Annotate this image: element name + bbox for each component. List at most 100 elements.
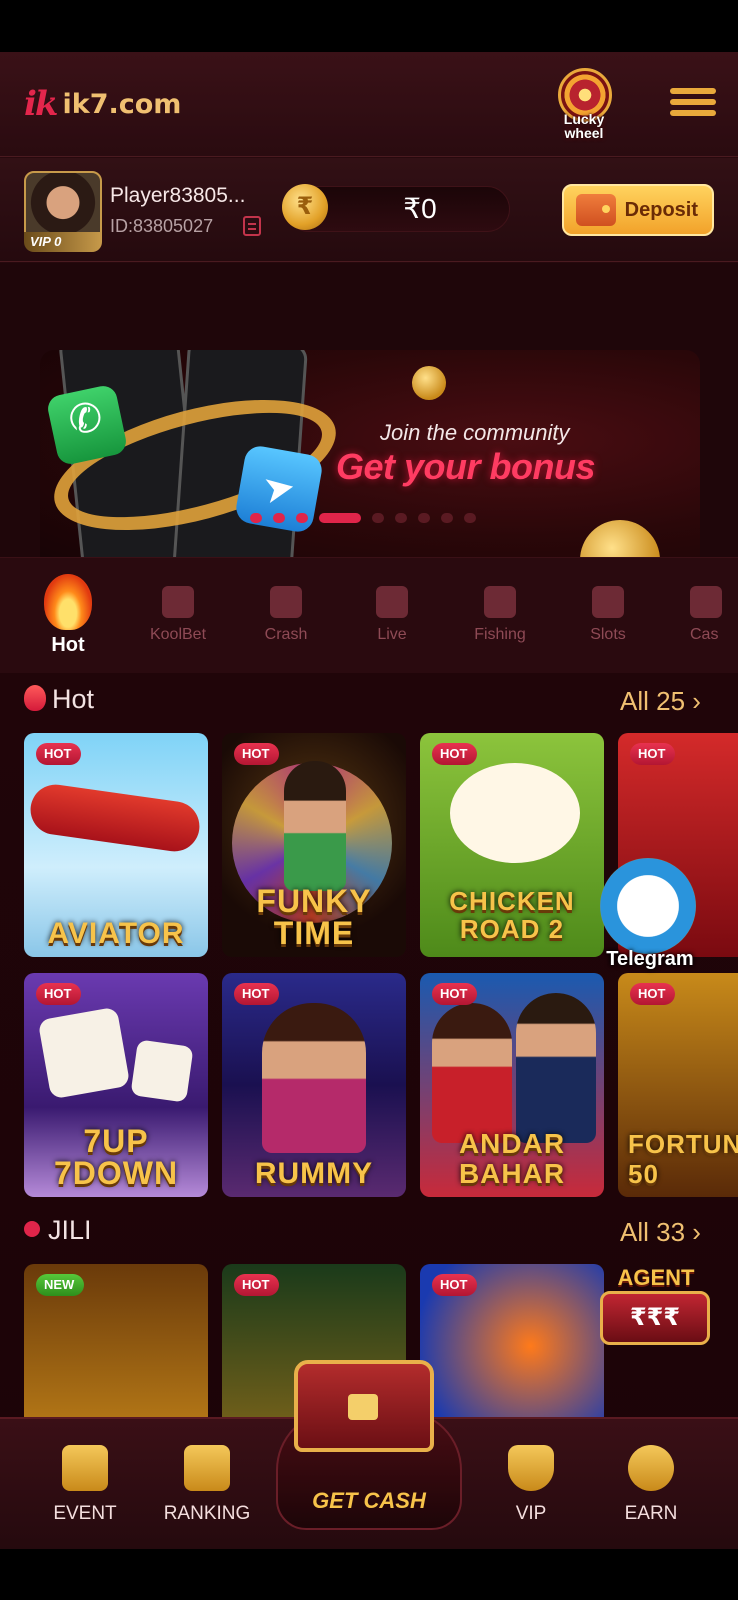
host-image [284, 761, 346, 891]
logo-text: ik7.com [62, 88, 182, 120]
site-logo[interactable]: ik ik7.com [24, 84, 181, 124]
carousel-dot[interactable] [464, 513, 476, 523]
telegram-float-icon[interactable] [600, 858, 696, 954]
carousel-dot[interactable] [441, 513, 453, 523]
fire-icon [44, 574, 92, 630]
carousel-dot[interactable] [296, 513, 308, 523]
woman-image [262, 1003, 366, 1153]
game-title: FUNKY TIME [256, 883, 372, 951]
game-tile-chicken-road[interactable]: HOT CHICKEN ROAD 2 [420, 733, 604, 957]
menu-icon[interactable] [670, 88, 716, 122]
trophy-icon [184, 1445, 230, 1491]
carousel-dot[interactable] [395, 513, 407, 523]
player-name: Player83805... [110, 184, 246, 207]
carousel-dot[interactable] [273, 513, 285, 523]
treasure-chest-icon[interactable] [294, 1360, 434, 1452]
game-tile-funky-time[interactable]: HOT FUNKY TIME [222, 733, 406, 957]
fire-icon [24, 685, 46, 711]
top-header: ik ik7.com Lucky wheel [0, 52, 738, 157]
system-nav-bar [0, 1549, 738, 1600]
balance-amount: ₹0 [403, 193, 437, 224]
nav-earn[interactable]: EARN [596, 1445, 706, 1525]
agent-label: AGENT [617, 1265, 695, 1290]
section-title-jili: JILI [20, 1215, 92, 1246]
game-tile-aviator[interactable]: HOT AVIATOR [24, 733, 208, 957]
game-title: 7UP 7DOWN [53, 1123, 179, 1191]
nav-event[interactable]: EVENT [30, 1445, 140, 1525]
vip-badge: VIP 0 [24, 232, 102, 252]
nav-label: EVENT [53, 1503, 117, 1524]
wallet-icon [576, 194, 616, 226]
new-badge: NEW [36, 1274, 85, 1296]
casino-icon [690, 586, 722, 618]
chicken-image [450, 763, 580, 863]
carousel-dot[interactable] [372, 513, 384, 523]
deposit-button[interactable]: Deposit [562, 184, 714, 236]
gift-icon [62, 1445, 108, 1491]
game-tile-7up-7down[interactable]: HOT 7UP 7DOWN [24, 973, 208, 1197]
plane-icon [270, 586, 302, 618]
tab-label: KoolBet [149, 626, 207, 643]
game-title: ANDAR BAHAR [458, 1128, 566, 1189]
tab-casino[interactable]: Cas [670, 586, 730, 644]
section-title-hot: Hot [24, 684, 94, 715]
player-id: ID:83805027 [110, 216, 214, 236]
get-cash-label[interactable]: GET CASH [276, 1488, 462, 1514]
game-title: FORTUNE 50 [628, 1129, 738, 1189]
section-title-text: Hot [52, 684, 95, 714]
copy-icon[interactable] [243, 216, 261, 236]
nav-label: RANKING [163, 1503, 251, 1524]
woman-image [432, 1003, 512, 1143]
nav-label: VIP [515, 1503, 547, 1524]
plane-image [27, 781, 203, 855]
category-tabs: Hot KoolBet Crash Live Fishing Slots Cas [0, 557, 738, 673]
hot-badge: HOT [234, 1274, 280, 1296]
section-title-text: JILI [48, 1215, 92, 1245]
game-tile-fortune[interactable]: HOT FORTUNE 50 [618, 973, 738, 1197]
dice-image [37, 1006, 131, 1100]
lucky-wheel-label: Lucky wheel [563, 111, 605, 141]
agent-float-button[interactable]: AGENT ₹₹₹ [600, 1265, 710, 1375]
tab-label: Cas [690, 626, 719, 643]
vip-shield-icon [508, 1445, 554, 1491]
telegram-float-label[interactable]: Telegram [590, 948, 710, 971]
promo-banner[interactable]: Join the community Get your bonus [40, 350, 700, 576]
game-tile-andar-bahar[interactable]: HOT ANDAR BAHAR [420, 973, 604, 1197]
rupee-coin-icon: ₹ [282, 184, 328, 230]
agent-slot-icon: ₹₹₹ [600, 1291, 710, 1345]
tab-fishing[interactable]: Fishing [450, 586, 550, 644]
hot-badge: HOT [432, 1274, 478, 1296]
man-image [516, 993, 596, 1143]
game-tile-rummy[interactable]: HOT RUMMY [222, 973, 406, 1197]
view-all-hot-link[interactable]: All 25 › [620, 686, 701, 717]
hot-badge: HOT [630, 983, 676, 1005]
tab-crash[interactable]: Crash [236, 586, 336, 644]
hot-badge: HOT [234, 743, 280, 765]
nav-ranking[interactable]: RANKING [152, 1445, 262, 1525]
koolbet-icon [162, 586, 194, 618]
slots-icon [592, 586, 624, 618]
banner-title: Get your bonus [336, 446, 596, 487]
tab-live[interactable]: Live [342, 586, 442, 644]
tab-hot[interactable]: Hot [18, 574, 118, 657]
tab-slots[interactable]: Slots [558, 586, 658, 644]
carousel-dot[interactable] [418, 513, 430, 523]
hot-badge: HOT [234, 983, 280, 1005]
user-bar: VIP 0 Player83805... ID:83805027 ₹ ₹0 De… [0, 158, 738, 262]
carousel-dots [250, 513, 476, 523]
rupee-coin-icon [628, 1445, 674, 1491]
hot-badge: HOT [432, 743, 478, 765]
game-title: RUMMY [254, 1157, 374, 1190]
lucky-wheel-button[interactable]: Lucky wheel [548, 68, 620, 142]
hot-badge: HOT [36, 743, 82, 765]
view-all-jili-link[interactable]: All 33 › [620, 1217, 701, 1248]
app-screen: ik ik7.com Lucky wheel VIP 0 Player83805… [0, 52, 738, 1549]
nav-vip[interactable]: VIP [476, 1445, 586, 1525]
whatsapp-icon [45, 383, 129, 467]
tab-koolbet[interactable]: KoolBet [128, 586, 228, 644]
carousel-dot[interactable] [250, 513, 262, 523]
tab-label: Crash [264, 626, 308, 643]
status-bar [0, 0, 738, 52]
carousel-dot-active[interactable] [319, 513, 361, 523]
game-title: AVIATOR [47, 917, 185, 950]
